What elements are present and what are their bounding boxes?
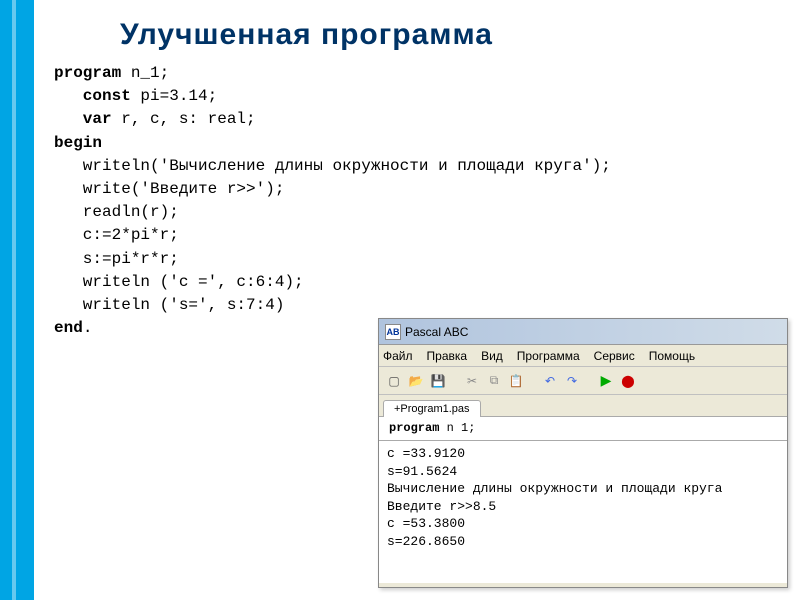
- menu-program[interactable]: Программа: [517, 349, 580, 363]
- editor-area[interactable]: program n 1;: [379, 417, 787, 441]
- copy-icon[interactable]: ⧉: [485, 372, 503, 390]
- kw-program: program: [54, 64, 121, 82]
- left-accent-bar: [0, 0, 34, 600]
- stop-icon[interactable]: ⬤: [619, 372, 637, 390]
- menu-service[interactable]: Сервис: [594, 349, 635, 363]
- menu-help[interactable]: Помощь: [649, 349, 695, 363]
- menu-edit[interactable]: Правка: [427, 349, 468, 363]
- code-text: writeln ('c =', c:6:4);: [54, 273, 304, 291]
- editor-kw: program: [389, 421, 439, 435]
- code-text: writeln ('s=', s:7:4): [54, 296, 284, 314]
- kw-var: var: [54, 110, 112, 128]
- kw-const: const: [54, 87, 131, 105]
- code-text: r, c, s: real;: [112, 110, 256, 128]
- menu-file[interactable]: Файл: [383, 349, 413, 363]
- tab-program1[interactable]: +Program1.pas: [383, 400, 481, 417]
- window-title: Pascal ABC: [405, 325, 468, 339]
- menu-view[interactable]: Вид: [481, 349, 503, 363]
- new-icon[interactable]: ▢: [385, 372, 403, 390]
- code-text: readln(r);: [54, 203, 179, 221]
- undo-icon[interactable]: ↶: [541, 372, 559, 390]
- code-text: c:=2*pi*r;: [54, 226, 179, 244]
- save-icon[interactable]: 💾: [429, 372, 447, 390]
- code-text: n_1;: [121, 64, 169, 82]
- pascal-abc-window: АВ Pascal ABC Файл Правка Вид Программа …: [378, 318, 788, 588]
- app-icon: АВ: [385, 324, 401, 340]
- code-listing: program n_1; const pi=3.14; var r, c, s:…: [54, 62, 611, 340]
- left-accent-inner: [12, 0, 16, 600]
- window-titlebar[interactable]: АВ Pascal ABC: [379, 319, 787, 345]
- kw-begin: begin: [54, 134, 102, 152]
- open-icon[interactable]: 📂: [407, 372, 425, 390]
- cut-icon[interactable]: ✂: [463, 372, 481, 390]
- output-console: c =33.9120 s=91.5624 Вычисление длины ок…: [379, 441, 787, 583]
- code-text: pi=3.14;: [131, 87, 217, 105]
- run-icon[interactable]: ▶: [597, 372, 615, 390]
- editor-text: n 1;: [439, 421, 475, 435]
- code-text: write('Введите r>>');: [54, 180, 284, 198]
- redo-icon[interactable]: ↷: [563, 372, 581, 390]
- paste-icon[interactable]: 📋: [507, 372, 525, 390]
- toolbar: ▢ 📂 💾 ✂ ⧉ 📋 ↶ ↷ ▶ ⬤: [379, 367, 787, 395]
- menubar: Файл Правка Вид Программа Сервис Помощь: [379, 345, 787, 367]
- slide: Улучшенная программа program n_1; const …: [0, 0, 800, 600]
- code-text: s:=pi*r*r;: [54, 250, 179, 268]
- slide-title: Улучшенная программа: [120, 18, 493, 52]
- code-text: writeln('Вычисление длины окружности и п…: [54, 157, 611, 175]
- code-text: .: [83, 319, 93, 337]
- tab-bar: +Program1.pas: [379, 395, 787, 417]
- kw-end: end: [54, 319, 83, 337]
